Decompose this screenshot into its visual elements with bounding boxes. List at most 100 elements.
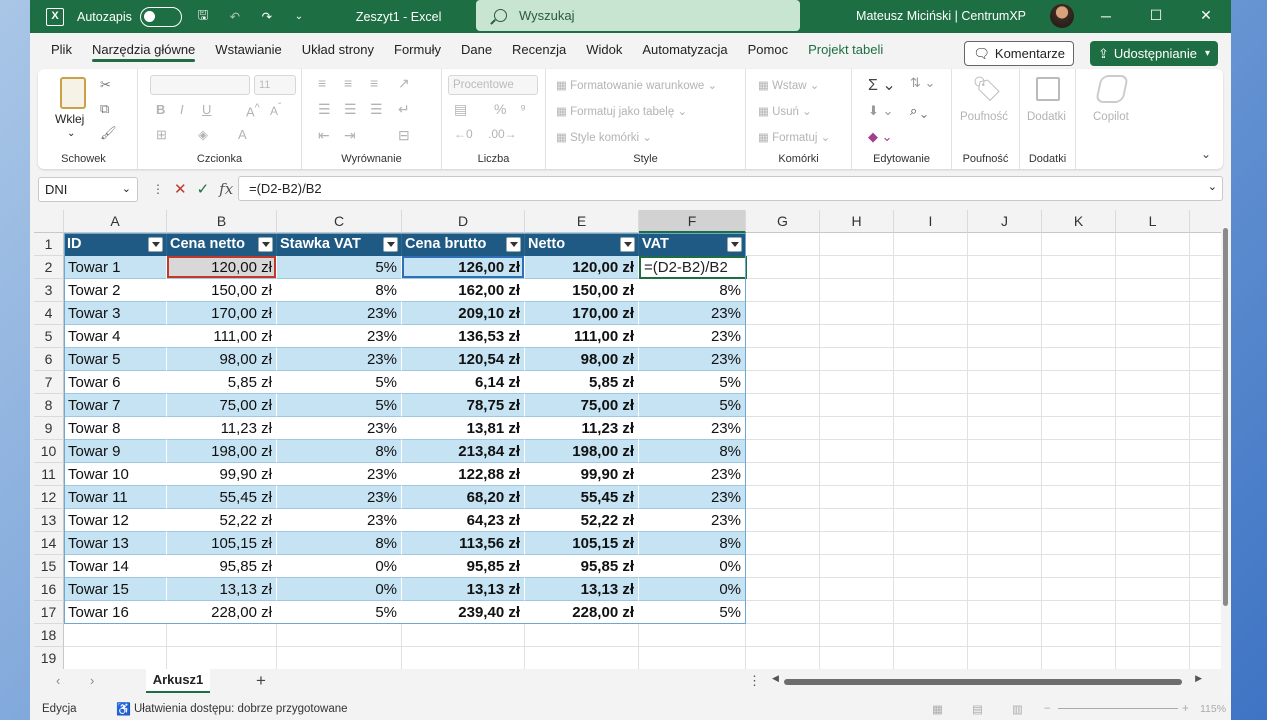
empty-cell[interactable] (746, 279, 820, 302)
table-cell[interactable]: 8% (639, 440, 746, 463)
column-header[interactable]: I (894, 210, 968, 233)
table-cell[interactable]: Towar 8 (64, 417, 167, 440)
row-header[interactable]: 16 (34, 578, 64, 601)
enter-icon[interactable]: ✓ (197, 180, 210, 198)
table-cell[interactable]: 162,00 zł (402, 279, 525, 302)
copilot-icon[interactable] (1095, 75, 1129, 103)
empty-cell[interactable] (746, 325, 820, 348)
empty-cell[interactable] (968, 371, 1042, 394)
italic-icon[interactable]: I (180, 102, 184, 117)
empty-cell[interactable] (746, 440, 820, 463)
table-cell[interactable]: 23% (639, 486, 746, 509)
table-cell[interactable]: 23% (277, 509, 402, 532)
table-cell[interactable]: 95,85 zł (525, 555, 639, 578)
minimize-icon[interactable]: ─ (1081, 0, 1131, 31)
select-all-corner[interactable] (34, 210, 64, 233)
empty-cell[interactable] (639, 647, 746, 669)
table-cell[interactable]: 5% (639, 394, 746, 417)
filter-dropdown-icon[interactable] (506, 237, 521, 252)
empty-cell[interactable] (894, 555, 968, 578)
table-cell[interactable]: 6,14 zł (402, 371, 525, 394)
table-cell[interactable]: Towar 3 (64, 302, 167, 325)
empty-cell[interactable] (1116, 578, 1190, 601)
empty-cell[interactable] (1190, 463, 1221, 486)
column-header[interactable]: D (402, 210, 525, 233)
table-cell[interactable]: Towar 11 (64, 486, 167, 509)
tab-review[interactable]: Recenzja (502, 33, 576, 67)
column-header[interactable]: F (639, 210, 746, 233)
decrease-decimal-icon[interactable]: .00→ (488, 127, 517, 141)
table-cell[interactable]: 23% (277, 486, 402, 509)
table-cell[interactable]: 78,75 zł (402, 394, 525, 417)
sort-filter-icon[interactable]: ⇅ ⌄ (910, 75, 935, 91)
empty-cell[interactable] (820, 463, 894, 486)
underline-icon[interactable]: U (202, 102, 211, 117)
table-cell[interactable]: Towar 14 (64, 555, 167, 578)
column-header[interactable]: J (968, 210, 1042, 233)
align-middle-icon[interactable]: ≡ (344, 75, 352, 91)
empty-cell[interactable] (1190, 256, 1221, 279)
empty-cell[interactable] (1042, 440, 1116, 463)
table-cell[interactable]: Towar 15 (64, 578, 167, 601)
table-cell[interactable]: 198,00 zł (167, 440, 277, 463)
table-cell[interactable]: 209,10 zł (402, 302, 525, 325)
table-cell[interactable]: 75,00 zł (525, 394, 639, 417)
tab-table-design[interactable]: Projekt tabeli (798, 33, 893, 67)
autosave-toggle[interactable] (139, 6, 182, 27)
table-cell[interactable]: 5% (277, 394, 402, 417)
align-center-icon[interactable]: ☰ (344, 101, 357, 118)
table-cell[interactable]: 13,13 zł (402, 578, 525, 601)
horizontal-scrollbar[interactable]: ◀ ▶ (772, 673, 1202, 688)
table-cell[interactable]: 5,85 zł (525, 371, 639, 394)
avatar[interactable] (1050, 4, 1074, 28)
cell-styles-button[interactable]: ▦ Style komórki ⌄ (556, 130, 652, 144)
table-cell[interactable]: Towar 9 (64, 440, 167, 463)
table-cell[interactable]: 23% (277, 417, 402, 440)
empty-cell[interactable] (968, 647, 1042, 669)
redo-icon[interactable]: ↷ (258, 8, 276, 26)
increase-decimal-icon[interactable]: ←0 (454, 127, 473, 141)
font-color-icon[interactable]: A (238, 127, 247, 142)
empty-cell[interactable] (1190, 440, 1221, 463)
grow-font-icon[interactable]: A^ (246, 102, 260, 119)
table-cell[interactable]: 11,23 zł (525, 417, 639, 440)
empty-cell[interactable] (894, 302, 968, 325)
empty-cell[interactable] (1116, 279, 1190, 302)
user-name[interactable]: Mateusz Miciński | CentrumXP (856, 9, 1026, 23)
empty-cell[interactable] (1042, 417, 1116, 440)
empty-cell[interactable] (894, 509, 968, 532)
column-header[interactable]: L (1116, 210, 1190, 233)
empty-cell[interactable] (64, 624, 167, 647)
clear-icon[interactable]: ◆ ⌄ (868, 129, 893, 145)
empty-cell[interactable] (968, 325, 1042, 348)
sensitivity-icon[interactable]: 🏷 (972, 75, 1002, 104)
empty-cell[interactable] (1190, 394, 1221, 417)
empty-cell[interactable] (1042, 578, 1116, 601)
empty-cell[interactable] (1116, 463, 1190, 486)
empty-cell[interactable] (820, 601, 894, 624)
empty-cell[interactable] (820, 302, 894, 325)
empty-cell[interactable] (1042, 233, 1116, 256)
empty-cell[interactable] (746, 256, 820, 279)
empty-cell[interactable] (894, 348, 968, 371)
table-cell[interactable]: 5% (277, 256, 402, 279)
empty-cell[interactable] (968, 463, 1042, 486)
column-header[interactable]: H (820, 210, 894, 233)
bold-icon[interactable]: B (156, 102, 165, 117)
filter-dropdown-icon[interactable] (148, 237, 163, 252)
table-header-cell[interactable]: Cena brutto (402, 233, 525, 256)
empty-cell[interactable] (1190, 325, 1221, 348)
format-cells-button[interactable]: ▦ Formatuj ⌄ (758, 130, 830, 144)
table-cell[interactable]: 228,00 zł (167, 601, 277, 624)
empty-cell[interactable] (1190, 601, 1221, 624)
empty-cell[interactable] (894, 256, 968, 279)
filter-dropdown-icon[interactable] (727, 237, 742, 252)
row-header[interactable]: 12 (34, 486, 64, 509)
fill-icon[interactable]: ⬇ ⌄ (868, 103, 893, 119)
normal-view-icon[interactable]: ▦ (932, 702, 943, 716)
scroll-right-icon[interactable]: ▶ (1195, 673, 1202, 684)
decrease-indent-icon[interactable]: ⇤ (318, 127, 330, 144)
tab-formulas[interactable]: Formuły (384, 33, 451, 67)
column-header[interactable]: A (64, 210, 167, 233)
table-cell[interactable]: Towar 1 (64, 256, 167, 279)
